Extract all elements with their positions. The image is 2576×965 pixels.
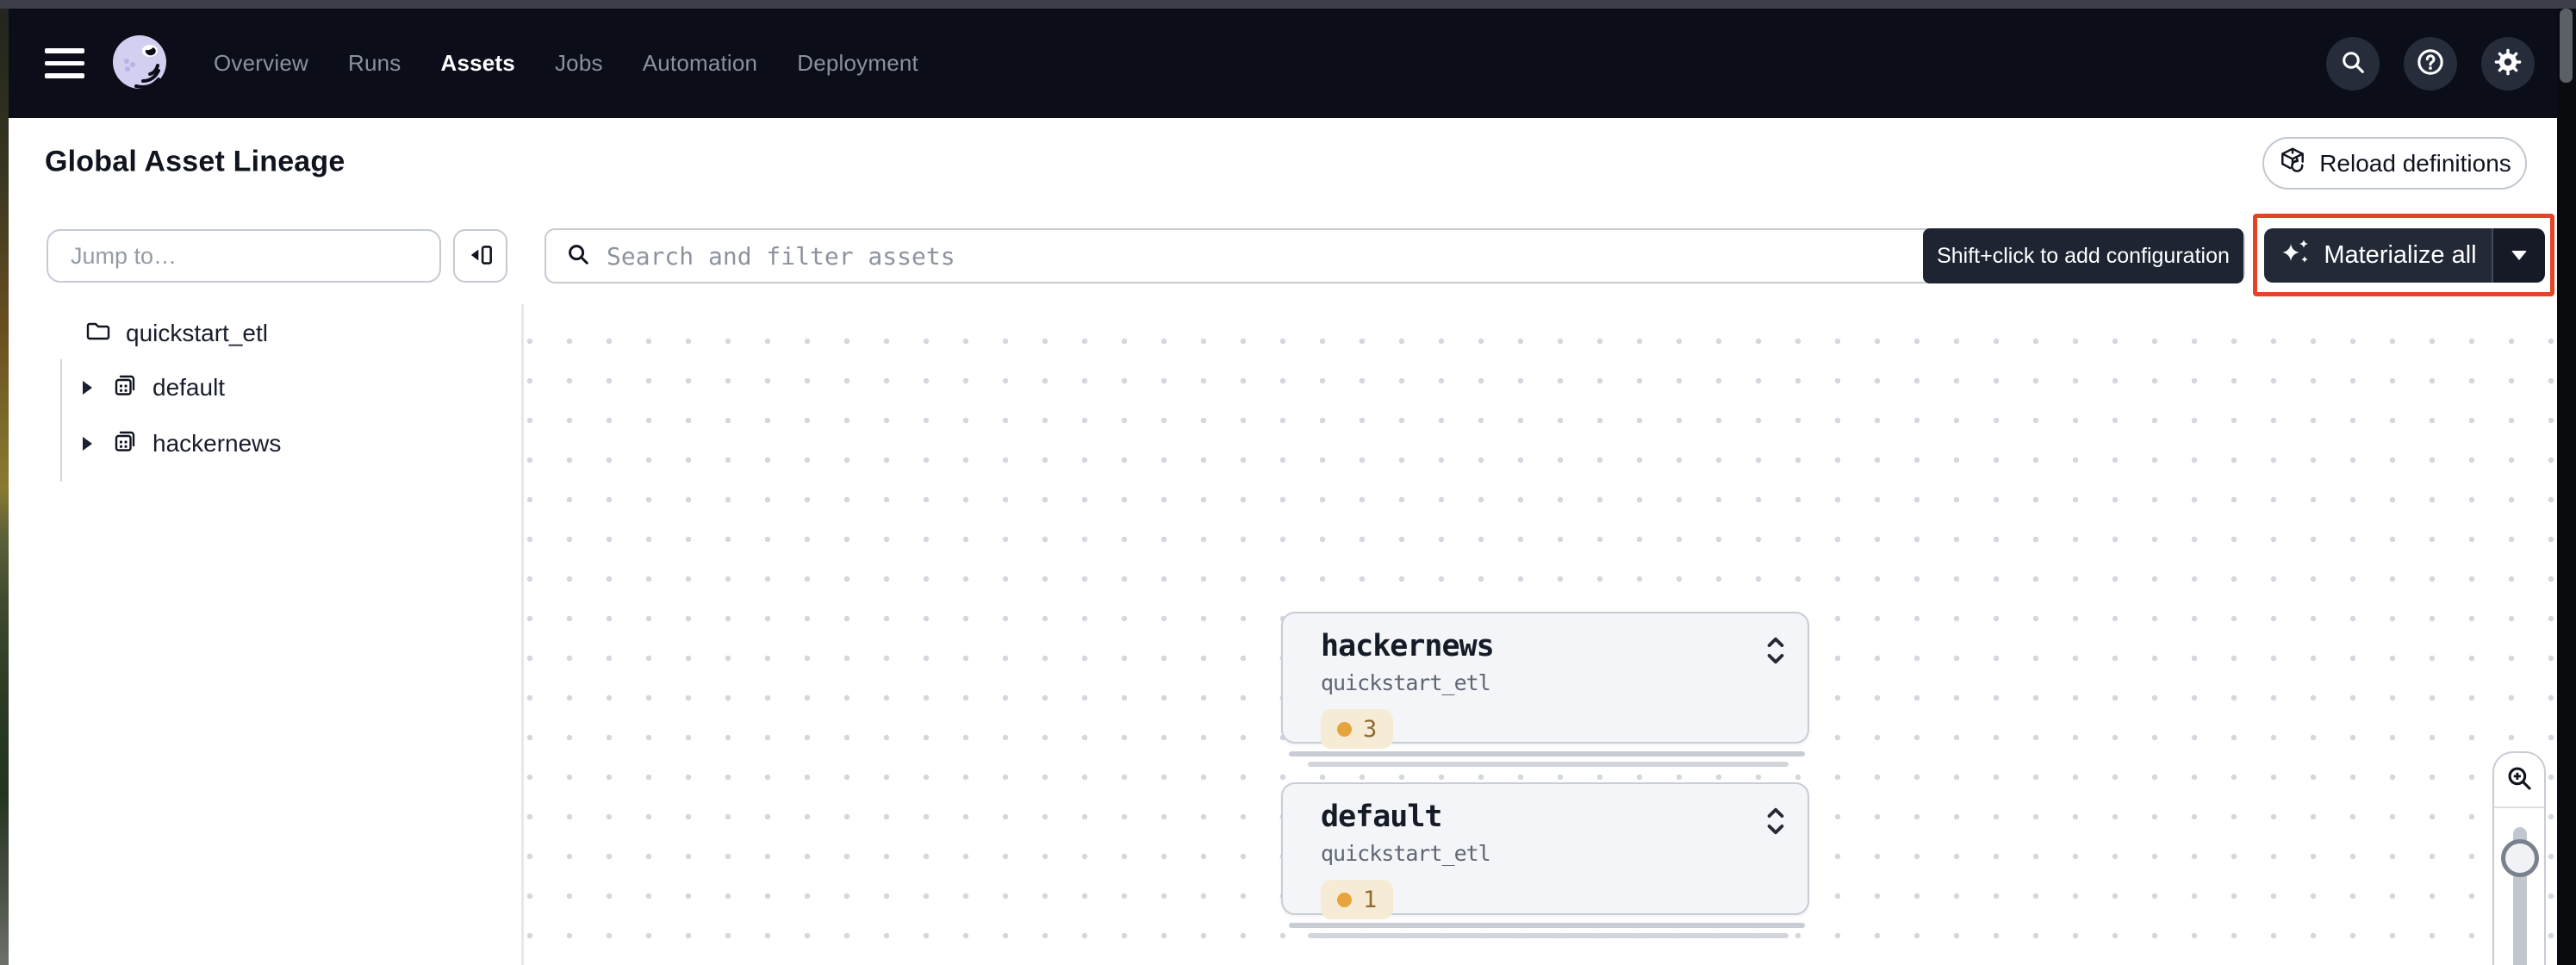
- top-nav-bar: Overview Runs Assets Jobs Automation Dep…: [9, 9, 2557, 118]
- primary-nav: Overview Runs Assets Jobs Automation Dep…: [214, 50, 918, 77]
- search-icon: [2339, 48, 2367, 78]
- nav-item-runs[interactable]: Runs: [348, 50, 401, 77]
- tree-item-group-hackernews[interactable]: hackernews: [83, 427, 281, 460]
- group-node-title: default: [1321, 800, 1808, 834]
- help-button[interactable]: [2404, 37, 2457, 90]
- group-node-hackernews[interactable]: hackernews quickstart_etl 3: [1281, 612, 1809, 744]
- group-node-subtitle: quickstart_etl: [1321, 670, 1808, 695]
- search-icon: [546, 241, 591, 271]
- materialize-all-button[interactable]: Materialize all: [2264, 228, 2492, 283]
- tree-item-label: default: [152, 374, 225, 402]
- collapse-sidebar-button[interactable]: [453, 229, 507, 283]
- materialize-dropdown-button[interactable]: [2492, 228, 2545, 283]
- reload-definitions-label: Reload definitions: [2319, 150, 2511, 177]
- search-button[interactable]: [2326, 37, 2380, 90]
- lineage-graph-canvas[interactable]: hackernews quickstart_etl 3 default quic…: [524, 304, 2557, 965]
- settings-button[interactable]: [2481, 37, 2535, 90]
- caret-right-icon[interactable]: [83, 381, 92, 395]
- scrollbar-track[interactable]: [2557, 9, 2576, 965]
- hamburger-menu-button[interactable]: [45, 48, 84, 78]
- stacked-cards-line: [1289, 751, 1805, 756]
- zoom-in-button[interactable]: [2494, 763, 2544, 797]
- caret-down-icon: [2511, 251, 2527, 260]
- app-window: Overview Runs Assets Jobs Automation Dep…: [0, 0, 2576, 965]
- window-chrome-top-strip: [0, 0, 2576, 9]
- folder-icon: [84, 317, 112, 351]
- caret-right-icon[interactable]: [83, 437, 92, 451]
- tree-item-label: hackernews: [152, 430, 281, 458]
- nav-item-overview[interactable]: Overview: [214, 50, 308, 77]
- sparkle-icon: [2279, 236, 2312, 276]
- zoom-panel-divider: [2494, 806, 2544, 808]
- tree-item-code-location[interactable]: quickstart_etl: [84, 317, 268, 350]
- hamburger-bar: [45, 73, 84, 78]
- tree-item-group-default[interactable]: default: [83, 371, 225, 404]
- jump-to-input[interactable]: [47, 229, 441, 283]
- help-icon: [2416, 47, 2445, 79]
- zoom-control-panel: [2492, 751, 2546, 965]
- stacked-cards-line: [1289, 923, 1805, 928]
- desktop-edge-strip: [0, 9, 9, 965]
- cube-refresh-icon: [2278, 146, 2307, 181]
- nav-item-jobs[interactable]: Jobs: [555, 50, 603, 77]
- materialize-button-group: Materialize all: [2264, 228, 2545, 283]
- hamburger-bar: [45, 48, 84, 53]
- status-dot-icon: [1337, 893, 1352, 907]
- hamburger-bar: [45, 61, 84, 66]
- materialization-count-badge: 1: [1321, 880, 1393, 919]
- asset-group-icon: [111, 371, 139, 405]
- scrollbar-thumb[interactable]: [2560, 9, 2573, 83]
- zoom-slider-knob[interactable]: [2501, 839, 2539, 877]
- collapse-panel-icon: [466, 240, 495, 272]
- nav-item-assets[interactable]: Assets: [440, 50, 514, 77]
- stacked-cards-line: [1308, 933, 1789, 938]
- asset-tree-sidebar: quickstart_etl default: [9, 304, 521, 965]
- materialize-tooltip: Shift+click to add configuration: [1923, 228, 2243, 283]
- expand-group-icon[interactable]: [1764, 636, 1787, 669]
- expand-group-icon[interactable]: [1764, 806, 1787, 840]
- reload-definitions-button[interactable]: Reload definitions: [2262, 137, 2527, 190]
- lineage-toolbar: Shift+click to add configuration Materia…: [9, 205, 2557, 306]
- asset-group-icon: [111, 427, 139, 461]
- materialize-all-label: Materialize all: [2324, 241, 2476, 270]
- tree-indent-guide: [60, 359, 62, 482]
- group-node-default[interactable]: default quickstart_etl 1: [1281, 782, 1809, 915]
- tree-item-label: quickstart_etl: [126, 320, 268, 347]
- status-dot-icon: [1337, 722, 1352, 737]
- gear-icon: [2493, 47, 2523, 79]
- group-node-title: hackernews: [1321, 629, 1808, 663]
- page-header: Global Asset Lineage Reload definitions: [9, 118, 2557, 207]
- nav-item-automation[interactable]: Automation: [643, 50, 758, 77]
- materialization-count-badge: 3: [1321, 709, 1393, 749]
- dagster-logo-icon[interactable]: [105, 29, 174, 98]
- nav-item-deployment[interactable]: Deployment: [797, 50, 918, 77]
- materialization-count: 1: [1363, 887, 1377, 913]
- nav-actions: [2326, 37, 2535, 90]
- group-node-subtitle: quickstart_etl: [1321, 841, 1808, 866]
- page-title: Global Asset Lineage: [45, 145, 345, 178]
- stacked-cards-line: [1308, 762, 1789, 767]
- zoom-in-icon: [2504, 763, 2534, 797]
- materialization-count: 3: [1363, 716, 1377, 743]
